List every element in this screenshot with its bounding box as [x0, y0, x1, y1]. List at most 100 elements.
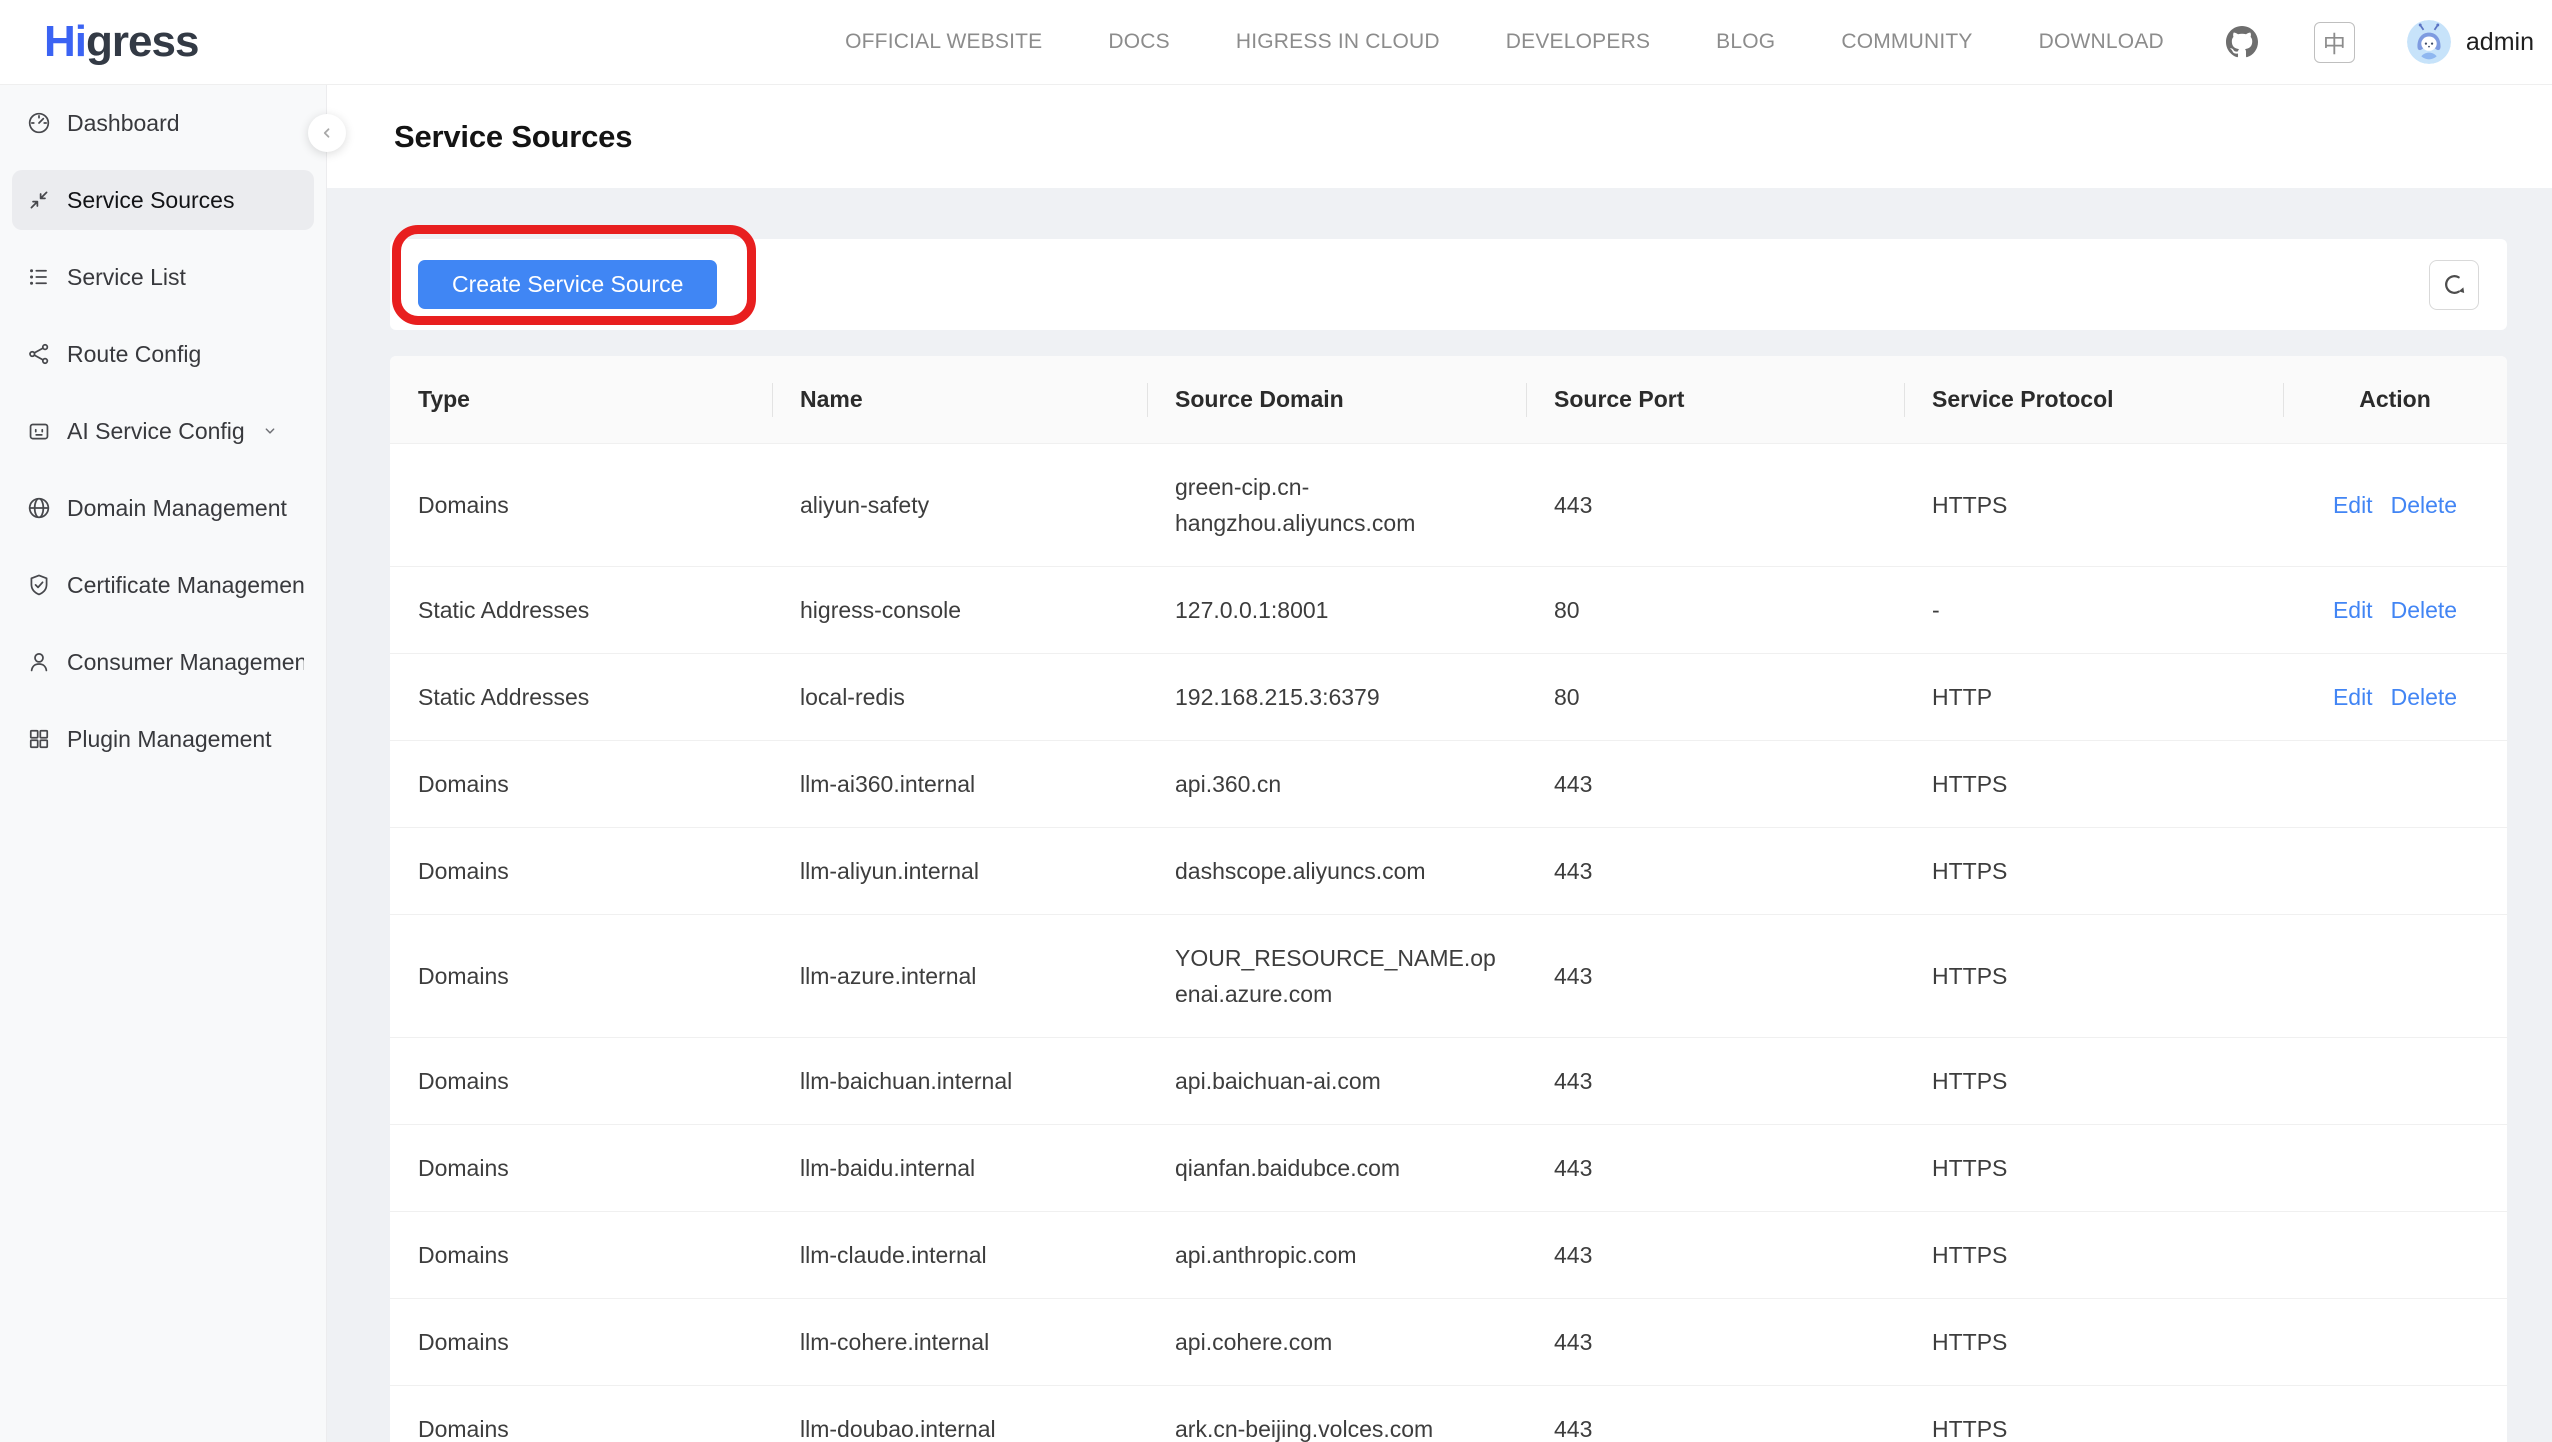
nav-link-blog[interactable]: BLOG: [1716, 30, 1775, 54]
delete-link[interactable]: Delete: [2391, 592, 2457, 628]
sidebar-item-label: Service List: [67, 264, 186, 291]
delete-link[interactable]: Delete: [2391, 679, 2457, 715]
brand-logo[interactable]: Higress: [44, 17, 198, 67]
cell-action: Edit Delete: [2283, 567, 2507, 653]
cell-type: Domains: [390, 462, 772, 548]
sidebar-item-service-list[interactable]: Service List: [12, 247, 314, 307]
language-toggle[interactable]: 中: [2314, 22, 2355, 63]
nav-link-download[interactable]: DOWNLOAD: [2039, 30, 2164, 54]
sidebar-item-domain-management[interactable]: Domain Management: [12, 478, 314, 538]
cell-action: [2283, 759, 2507, 809]
create-service-source-button[interactable]: Create Service Source: [418, 260, 717, 309]
cell-port: 443: [1526, 1212, 1904, 1298]
cell-protocol: HTTPS: [1904, 462, 2283, 548]
cell-port: 443: [1526, 1038, 1904, 1124]
column-header-source-port: Source Port: [1526, 356, 1904, 443]
sidebar-item-label: Consumer Management: [67, 649, 304, 676]
cell-name: llm-ai360.internal: [772, 741, 1147, 827]
sidebar-item-consumer-management[interactable]: Consumer Management: [12, 632, 314, 692]
github-icon[interactable]: [2226, 26, 2258, 58]
top-navigation: Higress OFFICIAL WEBSITE DOCS HIGRESS IN C…: [0, 0, 2552, 85]
avatar[interactable]: [2407, 20, 2451, 64]
cell-action: [2283, 1404, 2507, 1442]
cell-protocol: HTTPS: [1904, 741, 2283, 827]
table-body: Domainsaliyun-safetygreen-cip.cn-hangzho…: [390, 444, 2507, 1442]
refresh-icon: [2441, 271, 2468, 298]
cell-name: local-redis: [772, 654, 1147, 740]
cell-port: 443: [1526, 1125, 1904, 1211]
table-row: Domainsllm-doubao.internalark.cn-beijing…: [390, 1386, 2507, 1442]
cell-type: Static Addresses: [390, 654, 772, 740]
nav-link-higress-in-cloud[interactable]: HIGRESS IN CLOUD: [1236, 30, 1440, 54]
column-header-action: Action: [2283, 356, 2507, 443]
cell-type: Domains: [390, 1212, 772, 1298]
sidebar-item-service-sources[interactable]: Service Sources: [12, 170, 314, 230]
table-row: Domainsllm-azure.internalYOUR_RESOURCE_N…: [390, 915, 2507, 1038]
table-row: Domainsllm-aliyun.internaldashscope.aliy…: [390, 828, 2507, 915]
table-row: Domainsllm-cohere.internalapi.cohere.com…: [390, 1299, 2507, 1386]
cell-action: [2283, 1230, 2507, 1280]
content-area: Create Service Source TypeNameSource Dom…: [327, 188, 2552, 1442]
sidebar-item-route-config[interactable]: Route Config: [12, 324, 314, 384]
cell-type: Domains: [390, 1386, 772, 1442]
cell-action: [2283, 1056, 2507, 1106]
cell-protocol: HTTPS: [1904, 1299, 2283, 1385]
sidebar-item-dashboard[interactable]: Dashboard: [12, 93, 314, 153]
cell-name: llm-aliyun.internal: [772, 828, 1147, 914]
cell-action: Edit Delete: [2283, 654, 2507, 740]
table-header-row: TypeNameSource DomainSource PortService …: [390, 356, 2507, 444]
cell-action: [2283, 846, 2507, 896]
service-sources-table: TypeNameSource DomainSource PortService …: [390, 356, 2507, 1442]
cell-domain: api.360.cn: [1147, 741, 1526, 827]
cell-domain: api.anthropic.com: [1147, 1212, 1526, 1298]
sidebar-item-ai-service-config[interactable]: AI Service Config: [12, 401, 314, 461]
cell-name: llm-baichuan.internal: [772, 1038, 1147, 1124]
brand-logo-hi: Hi: [44, 17, 86, 66]
delete-link[interactable]: Delete: [2391, 487, 2457, 523]
sidebar-item-plugin-management[interactable]: Plugin Management: [12, 709, 314, 769]
refresh-button[interactable]: [2429, 260, 2479, 310]
edit-link[interactable]: Edit: [2333, 679, 2373, 715]
table-row: Static Addresseslocal-redis192.168.215.3…: [390, 654, 2507, 741]
nav-link-docs[interactable]: DOCS: [1108, 30, 1169, 54]
cell-type: Domains: [390, 1125, 772, 1211]
table-row: Static Addresseshigress-console127.0.0.1…: [390, 567, 2507, 654]
user-icon: [26, 649, 52, 675]
cell-domain: YOUR_RESOURCE_NAME.openai.azure.com: [1147, 915, 1526, 1037]
collapse-sidebar-button[interactable]: [308, 114, 346, 152]
main-content: Service Sources Create Service Source Ty…: [327, 85, 2552, 1442]
nav-link-official-website[interactable]: OFFICIAL WEBSITE: [845, 30, 1042, 54]
cell-domain: ark.cn-beijing.volces.com: [1147, 1386, 1526, 1442]
cell-domain: api.baichuan-ai.com: [1147, 1038, 1526, 1124]
edit-link[interactable]: Edit: [2333, 487, 2373, 523]
column-header-source-domain: Source Domain: [1147, 356, 1526, 443]
sidebar-item-certificate-management[interactable]: Certificate Management: [12, 555, 314, 615]
cell-protocol: HTTPS: [1904, 1038, 2283, 1124]
table-row: Domainsllm-baichuan.internalapi.baichuan…: [390, 1038, 2507, 1125]
cell-domain: dashscope.aliyuncs.com: [1147, 828, 1526, 914]
cell-name: llm-claude.internal: [772, 1212, 1147, 1298]
table-row: Domainsllm-ai360.internalapi.360.cn443HT…: [390, 741, 2507, 828]
layout: Dashboard Service Sources Service List Rout…: [0, 85, 2552, 1442]
cell-domain: api.cohere.com: [1147, 1299, 1526, 1385]
edit-link[interactable]: Edit: [2333, 592, 2373, 628]
cell-port: 443: [1526, 1299, 1904, 1385]
nav-link-community[interactable]: COMMUNITY: [1841, 30, 1972, 54]
sidebar-item-label: Service Sources: [67, 187, 234, 214]
sidebar: Dashboard Service Sources Service List Rout…: [0, 85, 327, 1442]
table-row: Domainsaliyun-safetygreen-cip.cn-hangzho…: [390, 444, 2507, 567]
chevron-left-icon: [318, 124, 336, 142]
cell-port: 443: [1526, 933, 1904, 1019]
dashboard-icon: [26, 110, 52, 136]
cell-domain: green-cip.cn-hangzhou.aliyuncs.com: [1147, 444, 1526, 566]
cell-type: Domains: [390, 933, 772, 1019]
cell-name: higress-console: [772, 567, 1147, 653]
cell-protocol: HTTPS: [1904, 1386, 2283, 1442]
shield-icon: [26, 572, 52, 598]
cell-type: Domains: [390, 828, 772, 914]
nav-link-developers[interactable]: DEVELOPERS: [1506, 30, 1650, 54]
column-header-name: Name: [772, 356, 1147, 443]
cell-name: llm-baidu.internal: [772, 1125, 1147, 1211]
cell-protocol: HTTP: [1904, 654, 2283, 740]
table-row: Domainsllm-baidu.internalqianfan.baidubc…: [390, 1125, 2507, 1212]
